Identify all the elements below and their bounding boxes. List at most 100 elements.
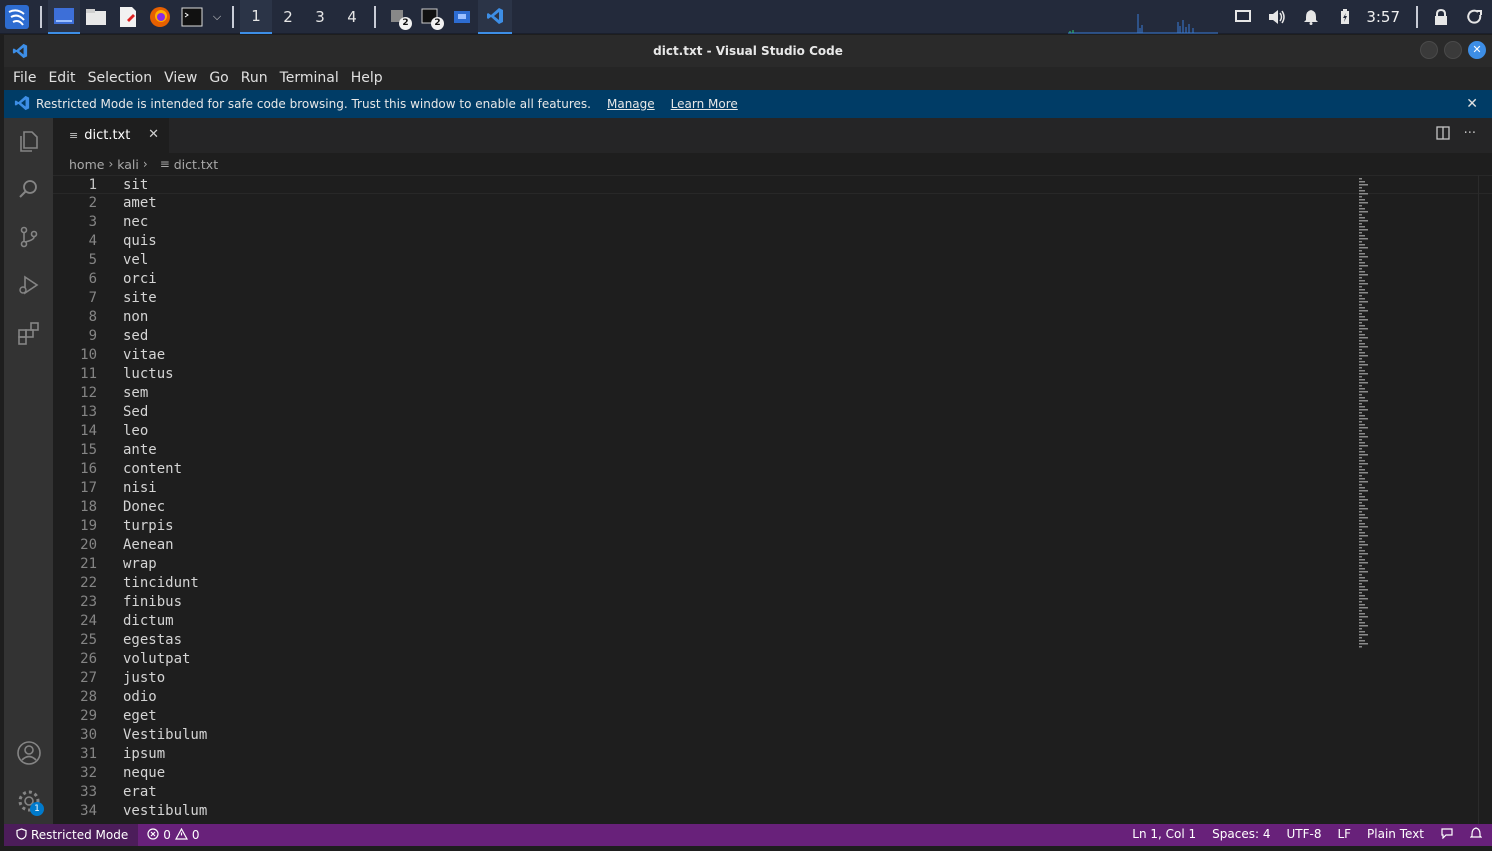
language-mode[interactable]: Plain Text [1367,827,1424,843]
code-line[interactable]: 27 justo [53,669,1492,688]
title-bar[interactable]: dict.txt - Visual Studio Code ✕ [4,35,1492,67]
code-line[interactable]: 3 nec [53,213,1492,232]
notifications-bell-icon[interactable] [1469,827,1483,843]
code-line[interactable]: 31 ipsum [53,745,1492,764]
run-debug-icon[interactable] [16,272,42,298]
restricted-mode-status[interactable]: Restricted Mode [4,824,139,846]
code-line[interactable]: 5 vel [53,251,1492,270]
tab-dict-txt[interactable]: ≡ dict.txt ✕ [53,118,169,153]
encoding[interactable]: UTF-8 [1286,827,1321,843]
terminal-group-icon[interactable]: 2 [414,0,446,34]
menu-selection[interactable]: Selection [82,67,159,90]
display-icon[interactable] [1226,0,1260,34]
chevron-down-icon[interactable]: ⌵ [208,0,226,34]
code-line[interactable]: 24 dictum [53,612,1492,631]
code-line[interactable]: 14 leo [53,422,1492,441]
code-line[interactable]: 32 neque [53,764,1492,783]
code-line[interactable]: 23 finibus [53,593,1492,612]
code-line[interactable]: 29 eget [53,707,1492,726]
cursor-position[interactable]: Ln 1, Col 1 [1132,827,1196,843]
show-desktop-icon[interactable] [48,0,80,34]
text-editor-icon[interactable] [112,0,144,34]
battery-icon[interactable] [1328,0,1362,34]
explorer-icon[interactable] [16,128,42,154]
menu-help[interactable]: Help [345,67,389,90]
code-line[interactable]: 2 amet [53,194,1492,213]
feedback-icon[interactable] [1440,827,1454,843]
source-control-icon[interactable] [16,224,42,250]
code-line[interactable]: 33 erat [53,783,1492,802]
volume-icon[interactable] [1260,0,1294,34]
minimap[interactable] [1358,178,1372,658]
code-line[interactable]: 12 sem [53,384,1492,403]
minimize-button[interactable] [1420,41,1438,59]
manage-link[interactable]: Manage [607,97,655,111]
code-line[interactable]: 19 turpis [53,517,1492,536]
code-line[interactable]: 8 non [53,308,1492,327]
task-group-icon[interactable]: 2 [382,0,414,34]
code-line[interactable]: 4 quis [53,232,1492,251]
menu-terminal[interactable]: Terminal [274,67,345,90]
menu-go[interactable]: Go [203,67,234,90]
code-line[interactable]: 17 nisi [53,479,1492,498]
extensions-icon[interactable] [16,320,42,346]
code-line[interactable]: 22 tincidunt [53,574,1492,593]
close-banner-icon[interactable]: ✕ [1466,96,1478,112]
kali-menu-icon[interactable] [0,0,34,34]
code-line[interactable]: 6 orci [53,270,1492,289]
workspace-4[interactable]: 4 [336,0,368,34]
code-line[interactable]: 11 luctus [53,365,1492,384]
breadcrumb-kali[interactable]: kali [117,157,139,172]
code-line[interactable]: 28 odio [53,688,1492,707]
workspace-3[interactable]: 3 [304,0,336,34]
code-line[interactable]: 10 vitae [53,346,1492,365]
firefox-icon[interactable] [144,0,176,34]
code-line[interactable]: 20 Aenean [53,536,1492,555]
close-window-button[interactable]: ✕ [1468,41,1486,59]
power-icon[interactable] [1458,0,1492,34]
breadcrumb-file[interactable]: dict.txt [174,157,218,172]
vscode-task-icon[interactable] [478,0,512,34]
code-editor[interactable]: 1 sit 2 amet 3 nec 4 quis 5 vel 6 orci 7 site 8 non 9 sed… [53,175,1492,824]
code-line[interactable]: 18 Donec [53,498,1492,517]
settings-gear-icon[interactable]: 1 [16,788,44,816]
clock[interactable]: 3:57 [1362,8,1410,26]
search-icon[interactable] [16,176,42,202]
code-line[interactable]: 21 wrap [53,555,1492,574]
line-text: volutpat [123,651,191,667]
terminal-icon[interactable] [176,0,208,34]
menu-file[interactable]: File [7,67,42,90]
code-line[interactable]: 25 egestas [53,631,1492,650]
file-manager-icon[interactable] [80,0,112,34]
close-tab-icon[interactable]: ✕ [148,127,159,142]
code-line[interactable]: 16 content [53,460,1492,479]
bell-icon[interactable] [1294,0,1328,34]
problems-status[interactable]: 0 0 [138,827,200,843]
learn-more-link[interactable]: Learn More [671,97,738,111]
maximize-button[interactable] [1444,41,1462,59]
code-line[interactable]: 1 sit [53,175,1492,194]
code-line[interactable]: 34 vestibulum [53,802,1492,821]
split-editor-icon[interactable] [1435,126,1450,144]
menu-run[interactable]: Run [235,67,274,90]
breadcrumb-home[interactable]: home [69,157,104,172]
account-icon[interactable] [16,740,42,766]
restricted-mode-banner: Restricted Mode is intended for safe cod… [4,90,1492,118]
code-line[interactable]: 9 sed [53,327,1492,346]
workspace-2[interactable]: 2 [272,0,304,34]
indentation[interactable]: Spaces: 4 [1212,827,1270,843]
code-line[interactable]: 30 Vestibulum [53,726,1492,745]
lock-icon[interactable] [1424,0,1458,34]
end-of-line[interactable]: LF [1337,827,1351,843]
more-actions-icon[interactable]: ··· [1464,126,1476,144]
window-task-icon[interactable] [446,0,478,34]
workspace-1[interactable]: 1 [240,0,272,34]
vscode-window: dict.txt - Visual Studio Code ✕ File Edi… [4,35,1492,851]
menu-view[interactable]: View [158,67,203,90]
vertical-scrollbar[interactable] [1478,175,1492,825]
code-line[interactable]: 13 Sed [53,403,1492,422]
code-line[interactable]: 7 site [53,289,1492,308]
code-line[interactable]: 26 volutpat [53,650,1492,669]
menu-edit[interactable]: Edit [42,67,81,90]
code-line[interactable]: 15 ante [53,441,1492,460]
